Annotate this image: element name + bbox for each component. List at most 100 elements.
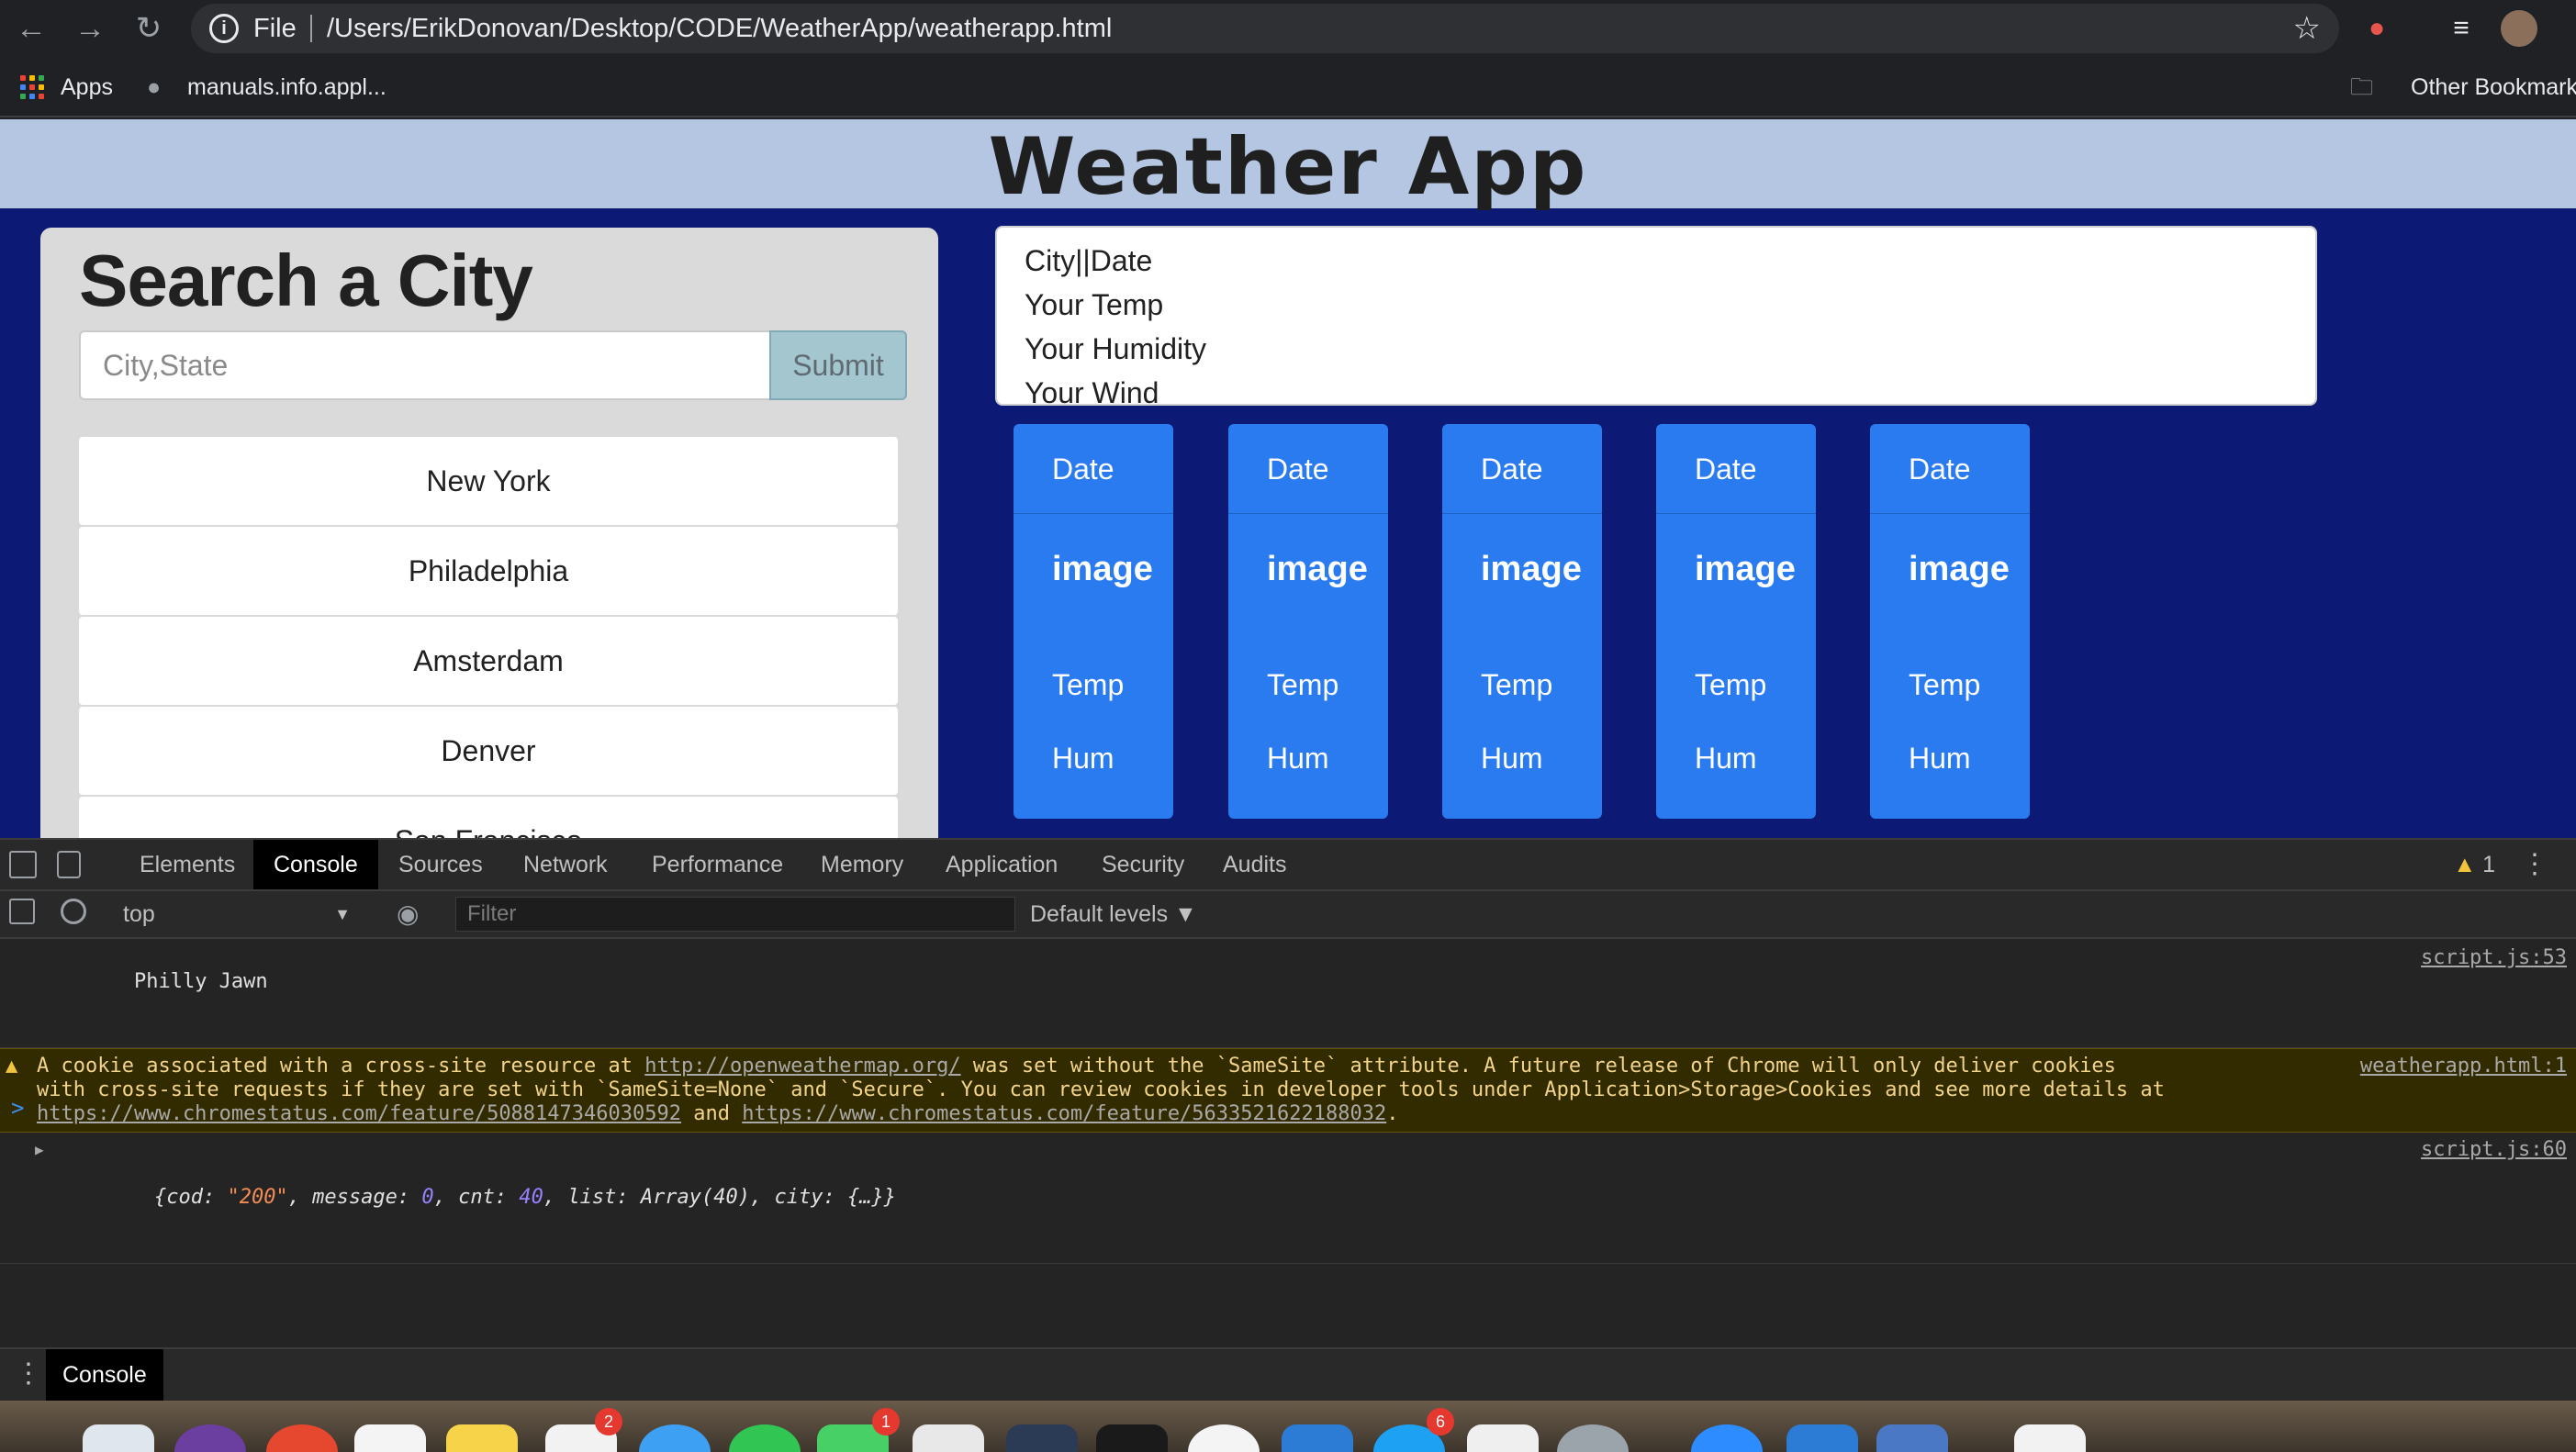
current-weather-box: City||Date Your Temp Your Humidity Your …: [995, 226, 2317, 409]
developer-tool-icon[interactable]: [1006, 1424, 1078, 1452]
warning-link[interactable]: http://openweathermap.org/: [644, 1055, 960, 1078]
message-source-link[interactable]: script.js:60: [2421, 1138, 2567, 1162]
inspect-element-icon[interactable]: [9, 851, 37, 878]
city-search-input[interactable]: [79, 330, 769, 400]
console-filter-input[interactable]: [455, 897, 1015, 932]
context-value: top: [123, 901, 155, 927]
system-preferences-icon[interactable]: [1557, 1424, 1629, 1452]
notes-icon[interactable]: [446, 1424, 518, 1452]
tab-network[interactable]: Network: [503, 840, 628, 889]
live-expression-eye-icon[interactable]: ◉: [397, 900, 419, 928]
city-item-denver[interactable]: Denver: [79, 707, 898, 795]
info-icon[interactable]: i: [209, 14, 239, 43]
message-source-link[interactable]: weatherapp.html:1: [2360, 1055, 2567, 1078]
current-humidity: Your Humidity: [1025, 332, 1207, 365]
bookmark-apps[interactable]: Apps: [61, 73, 113, 101]
drawer-tab-console[interactable]: Console: [46, 1349, 163, 1401]
reload-icon[interactable]: ↻: [127, 7, 171, 50]
city-item-san-francisco[interactable]: San Francisco: [79, 797, 898, 838]
back-icon[interactable]: ←: [9, 7, 53, 50]
forecast-temp: Temp: [1052, 668, 1125, 701]
tab-console[interactable]: Console: [253, 840, 378, 889]
current-temp: Your Temp: [1025, 288, 1164, 321]
context-selector[interactable]: top ▼: [114, 897, 364, 932]
expand-triangle-icon[interactable]: ▶: [35, 1138, 44, 1162]
browser-toolbar: ← → ↻ i File /Users/ErikDonovan/Desktop/…: [0, 0, 2576, 57]
city-item-amsterdam[interactable]: Amsterdam: [79, 617, 898, 705]
tab-elements[interactable]: Elements: [119, 840, 255, 889]
finder-icon[interactable]: [83, 1424, 154, 1452]
media-queue-icon[interactable]: ≡: [2442, 9, 2481, 48]
tab-sources[interactable]: Sources: [378, 840, 503, 889]
zoom-icon[interactable]: [1691, 1424, 1763, 1452]
screen: ← → ↻ i File /Users/ErikDonovan/Desktop/…: [0, 0, 2576, 1452]
sidebar-toggle-icon[interactable]: [9, 899, 35, 924]
object-text: , cnt:: [433, 1186, 520, 1209]
forecast-temp: Temp: [1267, 668, 1339, 701]
bookmark-manuals[interactable]: manuals.info.appl...: [187, 73, 386, 101]
textedit-icon[interactable]: [1467, 1424, 1539, 1452]
vscode-icon[interactable]: [1282, 1424, 1353, 1452]
tab-performance[interactable]: Performance: [632, 840, 803, 889]
photos-icon[interactable]: [913, 1424, 984, 1452]
tab-application[interactable]: Application: [925, 840, 1078, 889]
tab-audits[interactable]: Audits: [1203, 840, 1306, 889]
tab-memory[interactable]: Memory: [801, 840, 924, 889]
facetime-icon[interactable]: [729, 1424, 801, 1452]
chrome-icon[interactable]: [266, 1424, 338, 1452]
extension-icon[interactable]: ●: [2358, 9, 2396, 48]
forecast-hum: Hum: [1695, 742, 1757, 775]
warning-link[interactable]: https://www.chromestatus.com/feature/508…: [37, 1102, 681, 1125]
console-filter-bar: top ▼ ◉ Default levels ▼: [0, 891, 2576, 939]
safari-icon[interactable]: [639, 1424, 711, 1452]
forward-icon[interactable]: →: [68, 7, 112, 50]
console-messages: Philly Jawn script.js:53 ▲ A cookie assoc…: [0, 941, 2576, 1264]
siri-icon[interactable]: [174, 1424, 246, 1452]
folder-icon: 🗀: [2350, 74, 2374, 100]
document-icon[interactable]: [2014, 1424, 2086, 1452]
forecast-hum: Hum: [1052, 742, 1114, 775]
warning-link[interactable]: https://www.chromestatus.com/feature/563…: [742, 1102, 1386, 1125]
forecast-hum: Hum: [1267, 742, 1329, 775]
notification-badge: 1: [872, 1408, 900, 1435]
submit-button[interactable]: Submit: [769, 330, 907, 400]
other-bookmarks[interactable]: Other Bookmarks: [2411, 73, 2576, 101]
url-text[interactable]: /Users/ErikDonovan/Desktop/CODE/WeatherA…: [327, 13, 1112, 44]
macos-dock: 2 1 6: [0, 1401, 2576, 1452]
object-preview: {cod: "200", message: 0, cnt: 40, list: …: [134, 1186, 896, 1209]
forecast-image: image: [1695, 550, 1796, 588]
log-levels-dropdown[interactable]: Default levels ▼: [1030, 897, 1197, 932]
console-object-message[interactable]: ▶ {cod: "200", message: 0, cnt: 40, list…: [0, 1133, 2576, 1264]
warning-counter[interactable]: ▲ 1: [2453, 851, 2495, 878]
preview-icon[interactable]: [1876, 1424, 1948, 1452]
profile-avatar[interactable]: [2501, 10, 2537, 47]
forecast-temp: Temp: [1909, 668, 1981, 701]
current-wind: Your Wind: [1025, 376, 1159, 409]
forecast-date: Date: [1442, 424, 1602, 514]
console-prompt[interactable]: >: [11, 1095, 24, 1121]
object-text: , list: Array(40), city: {…}}: [543, 1186, 896, 1209]
city-item-philadelphia[interactable]: Philadelphia: [79, 527, 898, 615]
drawer-menu-icon[interactable]: ⋮: [15, 1358, 42, 1390]
tab-security[interactable]: Security: [1081, 840, 1204, 889]
forecast-image: image: [1909, 550, 2010, 588]
app-header: Weather App: [0, 119, 2576, 213]
clear-console-icon[interactable]: [61, 899, 86, 924]
city-item-new-york[interactable]: New York: [79, 437, 898, 525]
bookmark-star-icon[interactable]: ☆: [2293, 11, 2321, 46]
vscode-icon[interactable]: [1786, 1424, 1858, 1452]
calendar-icon[interactable]: [354, 1424, 426, 1452]
device-toolbar-icon[interactable]: [57, 851, 81, 878]
address-bar[interactable]: i File /Users/ErikDonovan/Desktop/CODE/W…: [191, 4, 2339, 53]
slack-icon[interactable]: [1188, 1424, 1260, 1452]
forecast-image: image: [1481, 550, 1582, 588]
warning-text: and: [681, 1102, 743, 1125]
object-string: "200": [227, 1186, 288, 1209]
console-warning-message: ▲ A cookie associated with a cross-site r…: [0, 1048, 2576, 1133]
devtools-panel: Elements Console Sources Network Perform…: [0, 838, 2576, 1401]
terminal-icon[interactable]: [1096, 1424, 1168, 1452]
message-source-link[interactable]: script.js:53: [2421, 946, 2567, 970]
devtools-menu-icon[interactable]: ⋮: [2521, 849, 2548, 880]
url-scheme: File: [253, 14, 297, 43]
forecast-date: Date: [1228, 424, 1388, 514]
